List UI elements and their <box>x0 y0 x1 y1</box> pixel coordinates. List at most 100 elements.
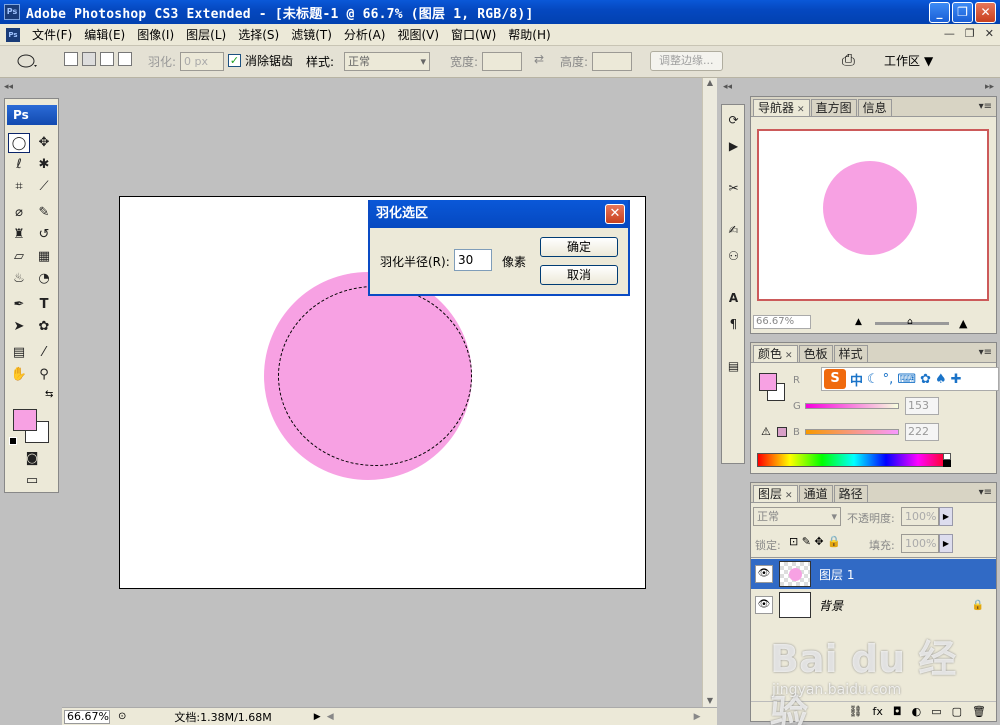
vertical-scrollbar[interactable]: ▲ ▼ <box>702 78 717 707</box>
layer-name[interactable]: 图层 1 <box>819 566 854 583</box>
panel-menu-icon[interactable]: ▾≡ <box>979 347 992 358</box>
eraser-tool-icon[interactable]: ▱ <box>8 247 30 267</box>
screen-mode-icon[interactable]: ▭ <box>19 471 45 491</box>
actions-panel-icon[interactable]: ▶ <box>725 137 742 155</box>
status-menu-icon[interactable]: ▶ <box>314 712 321 722</box>
restore-button[interactable]: ❐ <box>952 2 973 23</box>
default-colors-icon[interactable] <box>9 437 17 445</box>
opacity-input[interactable]: 100% <box>901 507 939 526</box>
eye-icon[interactable]: 👁 <box>755 565 773 583</box>
menu-image[interactable]: 图像(I) <box>137 26 174 43</box>
tab-paths[interactable]: 路径 <box>833 485 868 502</box>
eye-icon[interactable]: 👁 <box>755 596 773 614</box>
slice-tool-icon[interactable]: ⟋ <box>33 177 55 197</box>
menu-layer[interactable]: 图层(L) <box>186 26 226 43</box>
scroll-down-icon[interactable]: ▼ <box>703 696 717 705</box>
height-input[interactable] <box>592 52 633 71</box>
punctuation-icon[interactable]: °, <box>883 372 894 387</box>
cancel-button[interactable]: 取消 <box>540 265 618 285</box>
gradient-tool-icon[interactable]: ▦ <box>33 247 55 267</box>
zoom-in-icon[interactable]: ▲ <box>959 317 967 330</box>
layer-name[interactable]: 背景 <box>819 597 843 614</box>
feather-input[interactable]: 0 px <box>180 52 225 71</box>
minimize-button[interactable]: _ <box>929 2 950 23</box>
collapse-icons-icon[interactable]: ◂◂ <box>723 82 732 92</box>
quick-mask-icon[interactable]: ◙ <box>21 449 43 469</box>
notes-tool-icon[interactable]: ▤ <box>8 343 30 363</box>
workspace-menu[interactable]: 工作区 <box>884 52 920 69</box>
g-slider[interactable] <box>805 403 899 409</box>
magic-wand-tool-icon[interactable]: ✱ <box>33 155 55 175</box>
layer-row[interactable]: 👁 背景 🔒 <box>751 590 996 620</box>
white-chip[interactable] <box>943 453 951 460</box>
pen-tool-icon[interactable]: ✒ <box>8 295 30 315</box>
foreground-color-swatch[interactable] <box>13 409 37 431</box>
character-panel-icon[interactable]: A <box>725 289 742 307</box>
tab-swatches[interactable]: 色板 <box>798 345 833 362</box>
menu-file[interactable]: 文件(F) <box>32 26 72 43</box>
b-value[interactable]: 222 <box>905 423 939 441</box>
healing-brush-tool-icon[interactable]: ⌀ <box>8 203 30 223</box>
menu-help[interactable]: 帮助(H) <box>508 26 550 43</box>
type-tool-icon[interactable]: T <box>33 295 55 315</box>
moon-icon[interactable]: ☾ <box>867 372 879 387</box>
g-value[interactable]: 153 <box>905 397 939 415</box>
path-selection-tool-icon[interactable]: ➤ <box>8 317 30 337</box>
refine-edge-button[interactable]: 调整边缘... <box>650 51 723 71</box>
opacity-arrow-icon[interactable]: ▶ <box>939 507 953 526</box>
layer-comps-icon[interactable]: ▤ <box>725 357 742 375</box>
crop-tool-icon[interactable]: ⌗ <box>8 177 30 197</box>
wrench-icon[interactable]: ✚ <box>951 372 962 387</box>
eyedropper-tool-icon[interactable]: ⁄ <box>33 343 55 363</box>
history-brush-tool-icon[interactable]: ↺ <box>33 225 55 245</box>
tab-styles[interactable]: 样式 <box>833 345 868 362</box>
style-select[interactable]: 正常 ▾ <box>344 52 431 71</box>
fill-arrow-icon[interactable]: ▶ <box>939 534 953 553</box>
swap-dimensions-icon[interactable]: ⇄ <box>534 52 544 66</box>
ime-lang-toggle[interactable]: 中 <box>850 370 863 389</box>
intersect-selection-icon[interactable] <box>118 52 132 66</box>
feather-radius-input[interactable]: 30 <box>454 249 492 271</box>
layer-row[interactable]: 👁 图层 1 <box>751 559 996 589</box>
lock-icons[interactable]: ⊡ ✎ ✥ 🔒 <box>789 535 841 548</box>
b-slider[interactable] <box>805 429 899 435</box>
navigator-zoom-field[interactable]: 66.67% <box>753 315 811 329</box>
zoom-tool-icon[interactable]: ⚲ <box>33 365 55 385</box>
menu-analysis[interactable]: 分析(A) <box>344 26 386 43</box>
swap-colors-icon[interactable]: ⇆ <box>45 389 53 400</box>
blend-mode-select[interactable]: 正常 ▾ <box>753 507 841 526</box>
antialias-checkbox[interactable]: ✓ <box>228 54 241 67</box>
gamut-swatch[interactable] <box>777 427 787 437</box>
black-chip[interactable] <box>943 460 951 467</box>
clone-stamp-tool-icon[interactable]: ♜ <box>8 225 30 245</box>
doc-close-icon[interactable]: ✕ <box>985 27 994 40</box>
panel-menu-icon[interactable]: ▾≡ <box>979 487 992 498</box>
navigator-preview[interactable] <box>757 129 989 301</box>
width-input[interactable] <box>482 52 523 71</box>
dodge-tool-icon[interactable]: ◔ <box>33 269 55 289</box>
menu-select[interactable]: 选择(S) <box>238 26 279 43</box>
zoom-field[interactable]: 66.67% <box>64 709 110 724</box>
hscroll-left-icon[interactable]: ◀ <box>327 712 334 722</box>
close-button[interactable]: ✕ <box>975 2 996 23</box>
zoom-slider-thumb-icon[interactable]: ⌂ <box>907 317 913 327</box>
zoom-out-icon[interactable]: ▲ <box>855 317 862 327</box>
move-tool-icon[interactable]: ✥ <box>33 133 55 153</box>
close-tab-icon[interactable]: ✕ <box>785 351 793 361</box>
color-spectrum-bar[interactable] <box>757 453 951 467</box>
fill-input[interactable]: 100% <box>901 534 939 553</box>
warning-icon[interactable]: ⚠ <box>761 425 771 438</box>
keyboard-icon[interactable]: ⌨ <box>897 372 916 387</box>
subtract-selection-icon[interactable] <box>100 52 114 66</box>
new-selection-icon[interactable] <box>64 52 78 66</box>
dialog-close-button[interactable]: ✕ <box>605 204 625 224</box>
menu-filter[interactable]: 滤镜(T) <box>291 26 332 43</box>
menu-view[interactable]: 视图(V) <box>397 26 439 43</box>
ok-button[interactable]: 确定 <box>540 237 618 257</box>
tool-presets-icon[interactable]: ✂ <box>725 179 742 197</box>
tab-color[interactable]: 颜色 ✕ <box>753 345 798 362</box>
sogou-logo[interactable]: S <box>824 369 846 389</box>
tab-layers[interactable]: 图层 ✕ <box>753 485 798 502</box>
doc-restore-icon[interactable]: ❐ <box>965 27 975 40</box>
color-fg-swatch[interactable] <box>759 373 777 391</box>
